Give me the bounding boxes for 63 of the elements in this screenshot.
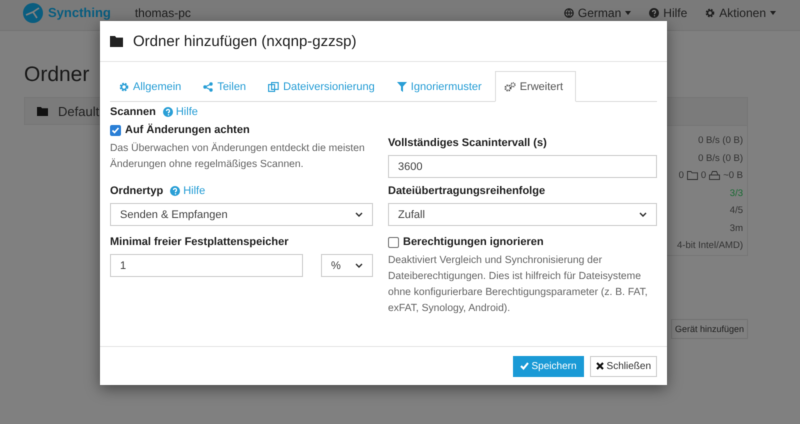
nav-menu[interactable]: German	[564, 7, 632, 19]
field-label: Dateiübertragungsreihenfolge	[388, 185, 546, 197]
chevron-icon	[639, 212, 647, 217]
device-name: thomas-pc	[134, 7, 191, 19]
help-link[interactable]: Hilfe	[170, 185, 206, 197]
checkbox-label: Berechtigungen ignorieren	[403, 236, 544, 248]
check-icon	[520, 362, 528, 370]
help-icon	[162, 107, 173, 117]
dialog-title: Ordner hinzufügen (nxqnp-gzzsp)	[133, 32, 356, 50]
folder-icon	[686, 171, 698, 180]
globe-icon	[564, 8, 574, 18]
field-label: Ordnertyp	[110, 185, 164, 197]
close-icon	[596, 362, 604, 370]
select-field[interactable]: Senden & Empfangen	[110, 203, 373, 226]
help-text: Das Überwachen von Änderungen entdeckt die meisten Änderungen ohne regelmäßiges Scannen.	[110, 141, 366, 172]
help-icon	[170, 186, 180, 196]
nav-menu[interactable]: Hilfe	[649, 7, 688, 19]
input-field[interactable]: 3600	[388, 155, 657, 178]
gears-icon	[504, 82, 516, 92]
status-value: 4-bit Intel/AMD)	[677, 239, 744, 254]
share-icon	[203, 82, 214, 92]
add-device-button[interactable]: Gerät hinzufügen	[670, 318, 748, 338]
filter-icon	[396, 82, 407, 92]
help-text: Deaktiviert Vergleich und Synchronisierung der Dateiberechtigungen. Dies ist hilfreich für Dateisysteme ohne konfigurierbare Berechtigungsparameter (z. B. FAT, exFAT, Synology, Android).	[388, 254, 649, 316]
settings-icon	[119, 82, 129, 92]
settings-icon	[705, 8, 716, 18]
count-text: 0	[678, 170, 684, 182]
tab[interactable]: Dateiversionierung	[259, 71, 388, 102]
tab[interactable]: Erweitert	[494, 71, 576, 102]
caret-icon	[625, 11, 632, 15]
status-value: 4/5	[730, 204, 744, 218]
select-field[interactable]: Zufall	[388, 203, 657, 226]
checkbox[interactable]	[388, 236, 399, 248]
status-value: 3m	[730, 222, 744, 236]
chevron-icon	[355, 263, 363, 268]
help-icon	[649, 8, 660, 18]
section-heading: Ordner	[24, 63, 90, 87]
caret-icon	[770, 11, 776, 15]
count-text: 0	[700, 170, 706, 182]
folder-name: Default	[58, 104, 100, 118]
close-button[interactable]: Schließen	[590, 356, 657, 376]
save-button[interactable]: Speichern	[512, 356, 584, 376]
chevron-icon	[355, 212, 363, 217]
tab[interactable]: Allgemein	[110, 71, 194, 102]
status-value: 0 B/s (0 B)	[698, 134, 744, 148]
drive-icon	[709, 171, 720, 180]
nav-menu[interactable]: Aktionen	[705, 7, 776, 19]
input-field[interactable]: 1	[110, 254, 303, 277]
help-link[interactable]: Hilfe	[162, 106, 198, 118]
select-field[interactable]: %	[321, 254, 373, 277]
folder-icon	[37, 106, 48, 116]
count-text: ~0 B	[723, 170, 743, 182]
tab[interactable]: Ignoriermuster	[388, 71, 495, 102]
checkbox[interactable]	[110, 124, 121, 136]
copy-icon	[268, 82, 280, 92]
checkbox-label: Auf Änderungen achten	[125, 124, 250, 136]
folder-icon	[110, 36, 123, 46]
field-label: Vollständiges Scanintervall (s)	[388, 137, 548, 149]
section-label: Scannen	[110, 106, 156, 118]
status-value: 0 B/s (0 B)	[698, 152, 744, 166]
status-value: 3/3	[730, 186, 744, 201]
field-label: Minimal freier Festplattenspeicher	[110, 236, 290, 248]
tab[interactable]: Teilen	[194, 71, 260, 102]
